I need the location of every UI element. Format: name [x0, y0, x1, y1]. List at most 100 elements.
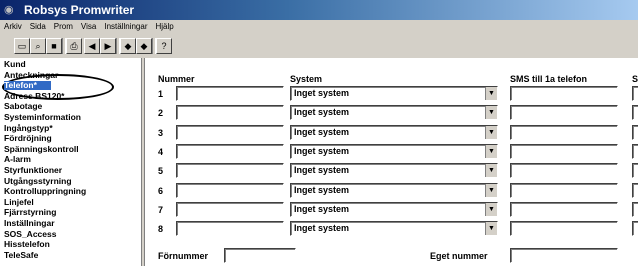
sms-field[interactable] [510, 86, 618, 101]
open-file-icon[interactable]: ⌕ [30, 38, 46, 54]
sms-field[interactable] [510, 201, 618, 217]
nav-item[interactable]: Kontrolluppringning [4, 187, 86, 196]
sms-field[interactable] [510, 143, 618, 159]
phone-number-field[interactable] [176, 124, 284, 140]
nav-item[interactable]: Sabotage [4, 102, 42, 111]
header-sms: SMS till 1a telefon [510, 74, 588, 84]
nav-item[interactable]: TeleSafe [4, 250, 38, 260]
fornummer-field[interactable] [224, 248, 296, 263]
title-bar: ◉ Robsys Promwriter [0, 0, 638, 20]
toolbar-separator [152, 38, 156, 54]
eget-nummer-field[interactable] [510, 248, 618, 263]
new-file-icon[interactable]: ▭ [14, 38, 30, 54]
nav-item[interactable]: Telefon* [4, 81, 51, 91]
header-nummer: Nummer [158, 74, 195, 84]
nav-item[interactable]: Fördröjning [4, 134, 52, 143]
nav-item[interactable]: SOS_Access [4, 229, 56, 239]
header-cut: S [632, 74, 638, 84]
phone-number-field[interactable] [176, 221, 284, 237]
sms-field[interactable] [510, 182, 618, 198]
menu-prom[interactable]: Prom [50, 20, 77, 34]
cut-off-field[interactable] [632, 124, 638, 140]
phone-number-field[interactable] [176, 105, 284, 121]
nav-item[interactable]: Fjärrstyrning [4, 208, 56, 217]
row-number: 5 [158, 166, 164, 177]
cut-off-field[interactable] [632, 163, 638, 179]
sms-field[interactable] [510, 105, 618, 121]
print-icon[interactable]: ⎙ [66, 38, 82, 54]
header-system: System [290, 74, 323, 84]
nav-item[interactable]: Kund [4, 60, 26, 69]
phone-number-field[interactable] [176, 201, 284, 217]
read-icon[interactable]: ◆ [120, 38, 136, 54]
cut-off-field[interactable] [632, 201, 638, 217]
system-select[interactable]: Inget system ▼ [290, 86, 498, 101]
chevron-down-icon[interactable]: ▼ [485, 222, 497, 236]
phone-number-field[interactable] [176, 86, 284, 101]
prev-icon[interactable]: ◀ [84, 38, 100, 54]
row-number: 3 [158, 127, 164, 138]
row-number: 8 [158, 224, 164, 235]
next-icon[interactable]: ▶ [100, 38, 116, 54]
system-select[interactable]: Inget system ▼ [290, 163, 498, 179]
write-icon[interactable]: ◆ [136, 38, 152, 54]
cut-off-field[interactable] [632, 105, 638, 121]
nav-item[interactable]: Styrfunktioner [4, 166, 62, 175]
chevron-down-icon[interactable]: ▼ [485, 87, 497, 100]
nav-item[interactable]: A-larm [4, 155, 31, 164]
system-select[interactable]: Inget system ▼ [290, 143, 498, 159]
system-select[interactable]: Inget system ▼ [290, 182, 498, 198]
sms-field[interactable] [510, 124, 618, 140]
nav-item[interactable]: Spänningskontroll [4, 144, 79, 154]
system-select[interactable]: Inget system ▼ [290, 201, 498, 217]
menu-visa[interactable]: Visa [77, 20, 100, 34]
sms-field[interactable] [510, 163, 618, 179]
menu-hjalp[interactable]: Hjälp [151, 20, 177, 34]
system-select-value: Inget system [294, 126, 350, 137]
nav-pane: Kund Anteckningar Telefon* Adress BS120* Sab… [0, 58, 140, 266]
nav-item[interactable]: Systeminformation [4, 113, 81, 122]
chevron-down-icon[interactable]: ▼ [485, 183, 497, 197]
cut-off-field[interactable] [632, 221, 638, 237]
cut-off-field[interactable] [632, 143, 638, 159]
chevron-down-icon[interactable]: ▼ [485, 144, 497, 158]
phone-number-field[interactable] [176, 163, 284, 179]
nav-item[interactable]: Utgångsstyrning [4, 176, 72, 186]
fornummer-label: Förnummer [158, 251, 209, 261]
system-select-value: Inget system [294, 88, 350, 98]
nav-item[interactable]: Inställningar [4, 219, 55, 228]
system-select[interactable]: Inget system ▼ [290, 221, 498, 237]
chevron-down-icon[interactable]: ▼ [485, 125, 497, 139]
nav-item[interactable]: Adress BS120* [4, 91, 64, 101]
help-icon[interactable]: ? [156, 38, 172, 54]
menu-arkiv[interactable]: Arkiv [0, 20, 26, 34]
system-select-value: Inget system [294, 203, 350, 214]
sms-field[interactable] [510, 221, 618, 237]
phone-number-field[interactable] [176, 182, 284, 198]
nav-item[interactable]: Hisstelefon [4, 240, 50, 249]
pane-splitter[interactable] [141, 58, 145, 266]
chevron-down-icon[interactable]: ▼ [485, 164, 497, 178]
cut-off-field[interactable] [632, 86, 638, 101]
row-number: 1 [158, 89, 164, 99]
menu-sida[interactable]: Sida [26, 20, 50, 34]
row-number: 7 [158, 204, 164, 215]
save-icon[interactable]: ■ [46, 38, 62, 54]
system-select[interactable]: Inget system ▼ [290, 124, 498, 140]
cut-off-field[interactable] [632, 182, 638, 198]
system-select-value: Inget system [294, 107, 350, 118]
nav-item[interactable]: Ingångstyp* [4, 123, 53, 133]
chevron-down-icon[interactable]: ▼ [485, 106, 497, 120]
nav-item[interactable]: Linjefel [4, 197, 34, 207]
row-number: 4 [158, 146, 164, 157]
toolbar-separator [62, 38, 66, 54]
phone-number-field[interactable] [176, 143, 284, 159]
toolbar-separator [116, 38, 120, 54]
content-area: Kund Anteckningar Telefon* Adress BS120* Sab… [0, 58, 638, 266]
system-select-value: Inget system [294, 145, 350, 156]
menu-installningar[interactable]: Inställningar [100, 20, 151, 34]
chevron-down-icon[interactable]: ▼ [485, 202, 497, 216]
system-select-value: Inget system [294, 165, 350, 176]
nav-item[interactable]: Anteckningar [4, 70, 58, 80]
system-select[interactable]: Inget system ▼ [290, 105, 498, 121]
